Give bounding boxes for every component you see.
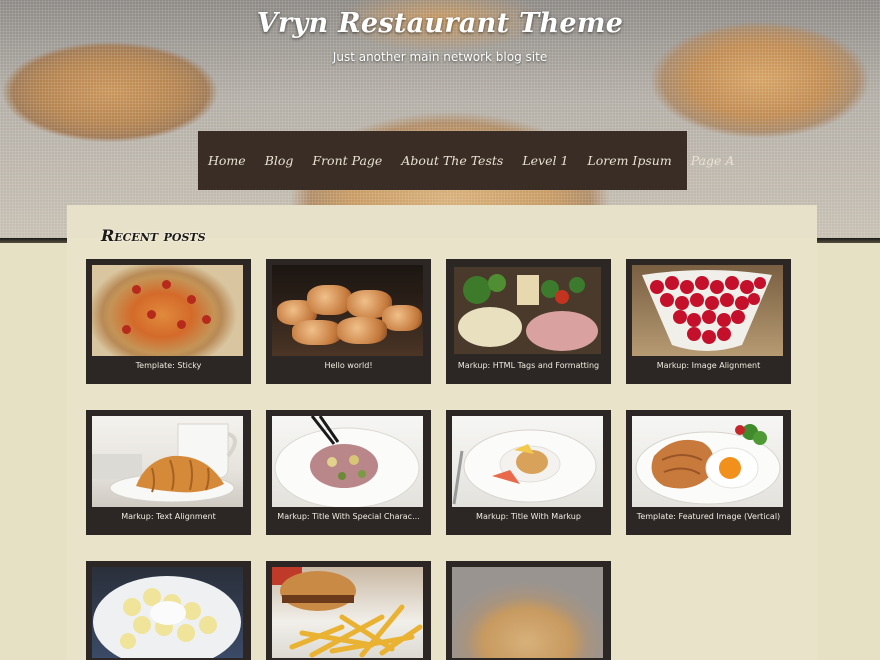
post-thumbnail-grilled-pastries[interactable] (272, 265, 423, 356)
post-title[interactable]: Template: Featured Image (Vertical) (626, 512, 791, 521)
post-card[interactable] (86, 561, 251, 660)
post-thumbnail-muffin[interactable] (452, 567, 603, 658)
post-card[interactable]: Hello world! (266, 259, 431, 384)
post-thumbnail-pizza[interactable] (92, 265, 243, 356)
nav-item-home[interactable]: Home (208, 153, 246, 168)
post-card[interactable]: Markup: Text Alignment (86, 410, 251, 535)
post-thumbnail-antipasto-board[interactable] (452, 265, 603, 356)
post-thumbnail-risotto-plate[interactable] (452, 416, 603, 507)
site-description: Just another main network blog site (332, 50, 548, 64)
site-title[interactable]: Vryn Restaurant Theme (0, 8, 880, 39)
post-title[interactable]: Markup: Text Alignment (86, 512, 251, 521)
nav-item-blog[interactable]: Blog (265, 153, 294, 168)
post-thumbnail-burger-fries[interactable] (272, 567, 423, 658)
main-navigation: Home Blog Front Page About The Tests Lev… (198, 131, 734, 190)
nav-item-front-page[interactable]: Front Page (312, 153, 382, 168)
post-title[interactable]: Hello world! (266, 361, 431, 370)
post-card[interactable]: Markup: Image Alignment (626, 259, 791, 384)
post-card[interactable]: Template: Featured Image (Vertical) (626, 410, 791, 535)
post-title[interactable]: Template: Sticky (86, 361, 251, 370)
post-title[interactable]: Markup: Title With Markup (446, 512, 611, 521)
post-title[interactable]: Markup: HTML Tags and Formatting (446, 361, 611, 370)
post-thumbnail-croissant[interactable] (92, 416, 243, 507)
post-thumbnail-chicken-egg[interactable] (632, 416, 783, 507)
post-card[interactable] (446, 561, 611, 660)
nav-item-page-a[interactable]: Page A (691, 153, 735, 168)
post-card[interactable]: Template: Sticky (86, 259, 251, 384)
post-thumbnail-potato-salad[interactable] (92, 567, 243, 658)
post-thumbnail-raspberries[interactable] (632, 265, 783, 356)
post-card[interactable]: Markup: HTML Tags and Formatting (446, 259, 611, 384)
post-card[interactable]: Markup: Title With Special Charac... (266, 410, 431, 535)
nav-item-level-1[interactable]: Level 1 (522, 153, 568, 168)
nav-item-about-the-tests[interactable]: About The Tests (401, 153, 503, 168)
post-title[interactable]: Markup: Image Alignment (626, 361, 791, 370)
recent-posts-heading: Recent posts (101, 226, 206, 245)
post-card[interactable] (266, 561, 431, 660)
post-card[interactable]: Markup: Title With Markup (446, 410, 611, 535)
nav-item-lorem-ipsum[interactable]: Lorem Ipsum (587, 153, 671, 168)
post-thumbnail-pasta-plate[interactable] (272, 416, 423, 507)
post-title[interactable]: Markup: Title With Special Charac... (266, 512, 431, 521)
